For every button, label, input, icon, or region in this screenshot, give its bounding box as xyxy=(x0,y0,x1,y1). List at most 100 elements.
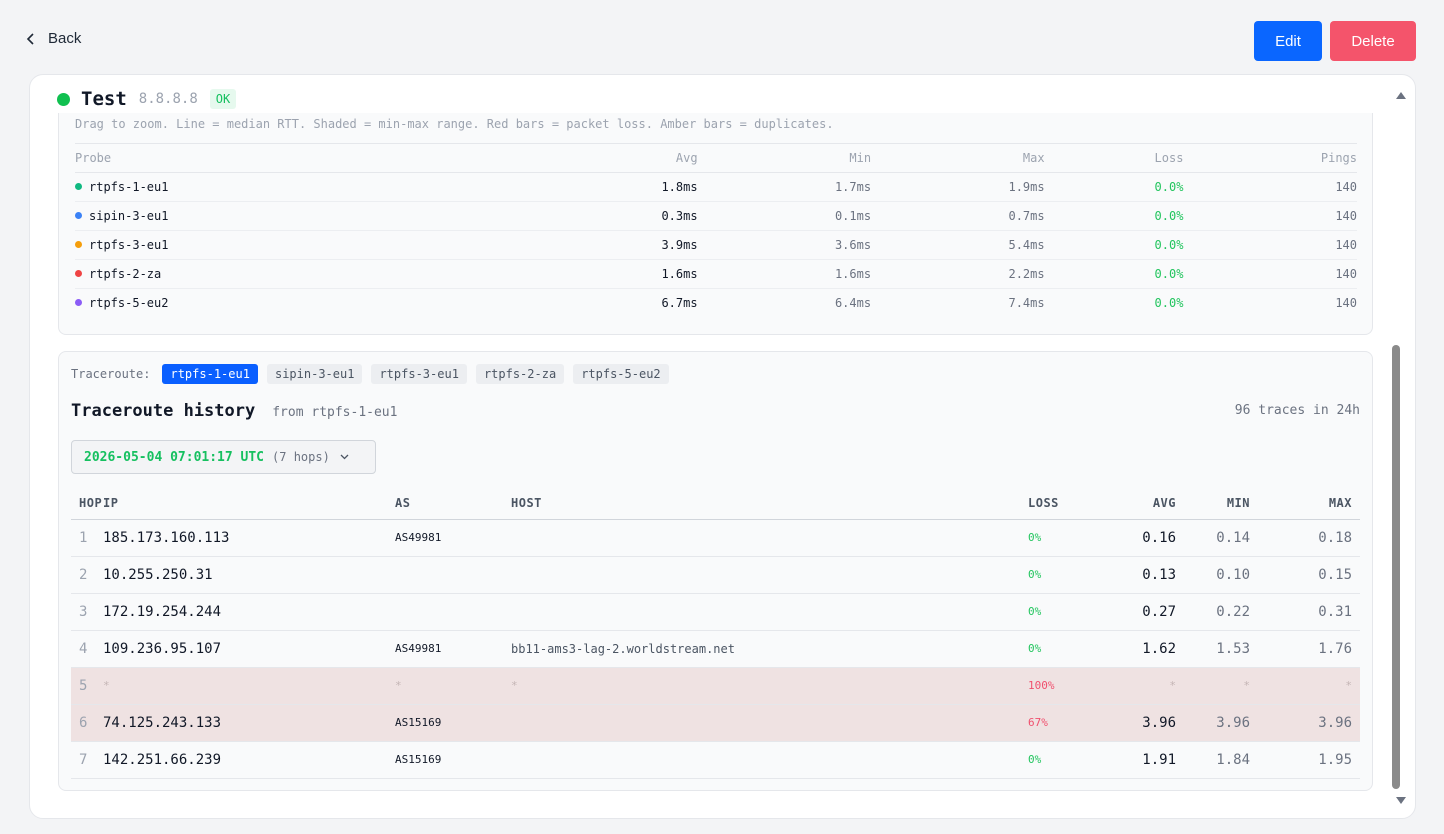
probe-min: 3.6ms xyxy=(697,230,872,260)
probe-max: 2.2ms xyxy=(871,259,1045,289)
chevron-left-icon xyxy=(26,32,34,45)
hop-min: 1.84 xyxy=(1184,741,1258,779)
hop-loss: 0% xyxy=(1028,593,1108,631)
probe-name: rtpfs-5-eu2 xyxy=(89,296,169,311)
probe-loss: 0.0% xyxy=(1044,201,1184,231)
probe-loss: 0.0% xyxy=(1044,172,1184,202)
hop-row: 1 185.173.160.113 AS49981 0% 0.16 0.14 0.18 xyxy=(71,519,1360,557)
hop-avg: 0.13 xyxy=(1108,556,1184,594)
hop-number: 4 xyxy=(71,630,103,668)
history-title: Traceroute history xyxy=(71,401,256,421)
hop-loss: 0% xyxy=(1028,630,1108,668)
hop-min: * xyxy=(1184,667,1258,705)
probe-avg: 1.8ms xyxy=(524,172,698,202)
probe-avg: 3.9ms xyxy=(524,230,698,260)
probe-min: 1.7ms xyxy=(697,172,872,202)
hop-avg: * xyxy=(1108,667,1184,705)
probe-max: 0.7ms xyxy=(871,201,1045,231)
back-link[interactable]: Back xyxy=(26,30,81,47)
probe-avg: 6.7ms xyxy=(661,296,698,311)
monitor-header: Test 8.8.8.8 OK xyxy=(57,87,237,111)
hop-max: 1.76 xyxy=(1258,630,1360,668)
col-loss: Loss xyxy=(1044,143,1184,173)
probe-row: rtpfs-1-eu1 1.8ms 1.7ms 1.9ms 0.0% 140 xyxy=(75,172,1357,202)
hop-as xyxy=(395,556,511,594)
col-as: AS xyxy=(395,487,511,520)
hop-number: 5 xyxy=(71,667,103,705)
hop-host xyxy=(511,593,1028,631)
scrollbar-thumb[interactable] xyxy=(1392,345,1400,789)
status-dot-icon xyxy=(57,92,70,106)
hop-ip: 10.255.250.31 xyxy=(103,556,395,594)
probe-avg: 0.3ms xyxy=(524,201,698,231)
hop-as: * xyxy=(395,667,511,705)
probe-max: 5.4ms xyxy=(871,230,1045,260)
hop-ip: 142.251.66.239 xyxy=(103,741,395,779)
hop-min: 0.22 xyxy=(1184,593,1258,631)
hop-host: bb11-ams3-lag-2.worldstream.net xyxy=(511,630,1028,668)
col-hop: HOP xyxy=(71,487,103,520)
probe-loss: 0.0% xyxy=(1154,296,1184,311)
traceroute-probe-chip[interactable]: rtpfs-3-eu1 xyxy=(371,364,467,384)
probe-name: rtpfs-2-za xyxy=(89,267,162,281)
hop-max: * xyxy=(1258,667,1360,705)
hop-ip: * xyxy=(103,667,395,705)
hop-min: 3.96 xyxy=(1184,704,1258,742)
monitor-card: Test 8.8.8.8 OK Drag to zoom. Line = med… xyxy=(29,74,1416,819)
vertical-scrollbar[interactable] xyxy=(1388,75,1415,818)
chart-hint: Drag to zoom. Line = median RTT. Shaded … xyxy=(75,117,834,131)
probe-name-cell: rtpfs-2-za xyxy=(75,259,525,289)
traceroute-probe-chip[interactable]: sipin-3-eu1 xyxy=(266,364,363,384)
hop-number: 6 xyxy=(71,704,103,742)
hop-loss: 67% xyxy=(1028,704,1108,742)
scroll-up-arrow-icon[interactable] xyxy=(1396,92,1406,99)
probe-pings: 140 xyxy=(1183,201,1357,231)
hop-max: 0.31 xyxy=(1258,593,1360,631)
traceroute-probe-chip[interactable]: rtpfs-5-eu2 xyxy=(573,364,669,384)
hop-number: 1 xyxy=(71,519,103,557)
probe-loss: 0.0% xyxy=(1044,230,1184,260)
delete-button[interactable]: Delete xyxy=(1330,21,1416,61)
hop-as: AS15169 xyxy=(395,704,511,742)
probe-name-cell: rtpfs-3-eu1 xyxy=(75,230,525,260)
hop-as xyxy=(395,593,511,631)
probe-color-dot-icon xyxy=(75,212,82,219)
hop-number: 7 xyxy=(71,741,103,779)
top-bar: Back Edit Delete xyxy=(0,0,1444,70)
edit-button[interactable]: Edit xyxy=(1254,21,1322,61)
hop-host xyxy=(511,556,1028,594)
monitor-name: Test xyxy=(81,88,127,110)
traceroute-probe-chip[interactable]: rtpfs-2-za xyxy=(475,364,565,384)
scroll-down-arrow-icon[interactable] xyxy=(1396,797,1406,804)
hop-max: 1.95 xyxy=(1258,741,1360,779)
hop-ip: 74.125.243.133 xyxy=(103,704,395,742)
trace-select[interactable]: 2026-05-04 07:01:17 UTC (7 hops) xyxy=(71,440,376,474)
chevron-down-icon xyxy=(340,454,349,460)
probe-min: 0.1ms xyxy=(697,201,872,231)
probe-table-header: Probe Avg Min Max Loss Pings xyxy=(75,143,1357,173)
back-label: Back xyxy=(48,30,82,47)
rtt-panel: Drag to zoom. Line = median RTT. Shaded … xyxy=(58,113,1373,335)
hop-ip: 185.173.160.113 xyxy=(103,519,395,557)
traceroute-label: Traceroute: xyxy=(71,367,151,381)
traceroute-probe-selector: Traceroute: rtpfs-1-eu1 sipin-3-eu1 rtpfs-… xyxy=(71,364,669,384)
col-avg: Avg xyxy=(524,143,698,173)
probe-row: sipin-3-eu1 0.3ms 0.1ms 0.7ms 0.0% 140 xyxy=(75,201,1357,231)
probe-color-dot-icon xyxy=(75,270,82,277)
hop-number: 3 xyxy=(71,593,103,631)
hop-avg: 0.16 xyxy=(1108,519,1184,557)
traceroute-probe-chip[interactable]: rtpfs-1-eu1 xyxy=(162,364,258,384)
probe-pings: 140 xyxy=(1183,172,1357,202)
hop-ip: 109.236.95.107 xyxy=(103,630,395,668)
hop-avg: 3.96 xyxy=(1108,704,1184,742)
hop-avg: 0.27 xyxy=(1108,593,1184,631)
probe-color-dot-icon xyxy=(75,241,82,248)
probe-row: rtpfs-3-eu1 3.9ms 3.6ms 5.4ms 0.0% 140 xyxy=(75,230,1357,260)
probe-pings: 140 xyxy=(1183,230,1357,260)
hop-host: * xyxy=(511,667,1028,705)
probe-name: rtpfs-3-eu1 xyxy=(89,238,169,252)
hop-ip: 172.19.254.244 xyxy=(103,593,395,631)
history-from: from rtpfs-1-eu1 xyxy=(272,405,398,420)
hop-as: AS49981 xyxy=(395,519,511,557)
hop-loss: 100% xyxy=(1028,667,1108,705)
